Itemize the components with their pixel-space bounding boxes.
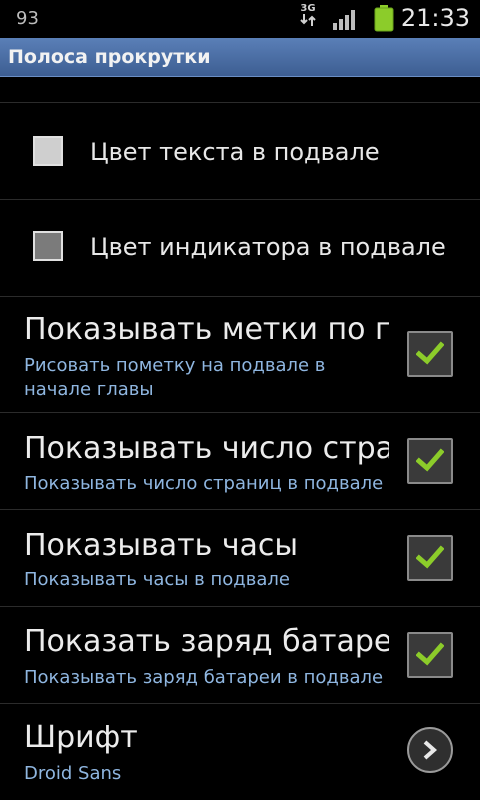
checkmark-icon bbox=[416, 545, 444, 569]
setting-title: Шрифт bbox=[24, 720, 138, 755]
color-swatch-checkbox[interactable] bbox=[33, 136, 63, 166]
setting-title: Показать заряд батареи bbox=[24, 624, 389, 659]
font-chevron-button[interactable] bbox=[407, 727, 453, 773]
checkmark-icon bbox=[416, 341, 444, 365]
notification-count: 93 bbox=[16, 8, 39, 29]
setting-label: Цвет индикатора в подвале bbox=[90, 233, 446, 261]
setting-title: Показывать число страниц bbox=[24, 431, 389, 466]
setting-clock[interactable]: Показывать часы Показывать часы в подвал… bbox=[0, 510, 480, 606]
setting-chapter-marks[interactable]: Показывать метки по главам Рисовать поме… bbox=[0, 297, 480, 412]
chevron-right-icon bbox=[423, 740, 438, 760]
setting-subtitle: Показывать часы в подвале bbox=[24, 569, 290, 590]
signal-icon bbox=[333, 10, 355, 30]
setting-subtitle: Рисовать пометку на подвале в начале гла… bbox=[24, 355, 326, 400]
battery-icon bbox=[374, 5, 394, 32]
battery-checkbox[interactable] bbox=[407, 632, 453, 678]
title-bar: Полоса прокрутки bbox=[0, 38, 480, 77]
chapter-marks-checkbox[interactable] bbox=[407, 331, 453, 377]
setting-footer-text-color[interactable]: Цвет текста в подвале bbox=[0, 103, 480, 199]
setting-battery[interactable]: Показать заряд батареи Показывать заряд … bbox=[0, 607, 480, 703]
setting-font[interactable]: Шрифт Droid Sans bbox=[0, 704, 480, 800]
page-count-checkbox[interactable] bbox=[407, 438, 453, 484]
status-bar: 93 3G 21:33 bbox=[0, 0, 480, 38]
setting-subtitle: Показывать число страниц в подвале bbox=[24, 473, 384, 494]
setting-title: Показывать метки по главам bbox=[24, 312, 389, 347]
clock-checkbox[interactable] bbox=[407, 535, 453, 581]
network-3g-icon: 3G bbox=[296, 4, 320, 32]
setting-subtitle: Показывать заряд батареи в подвале bbox=[24, 667, 384, 688]
setting-footer-indicator-color[interactable]: Цвет индикатора в подвале bbox=[0, 200, 480, 296]
setting-subtitle: Droid Sans bbox=[24, 763, 122, 784]
setting-label: Цвет текста в подвале bbox=[90, 138, 380, 166]
checkmark-icon bbox=[416, 448, 444, 472]
page-title: Полоса прокрутки bbox=[8, 46, 211, 68]
setting-page-count[interactable]: Показывать число страниц Показывать числ… bbox=[0, 413, 480, 509]
color-swatch-checkbox[interactable] bbox=[33, 231, 63, 261]
checkmark-icon bbox=[416, 642, 444, 666]
setting-title: Показывать часы bbox=[24, 528, 299, 563]
clock-time: 21:33 bbox=[400, 4, 470, 32]
network-label: 3G bbox=[300, 3, 316, 14]
